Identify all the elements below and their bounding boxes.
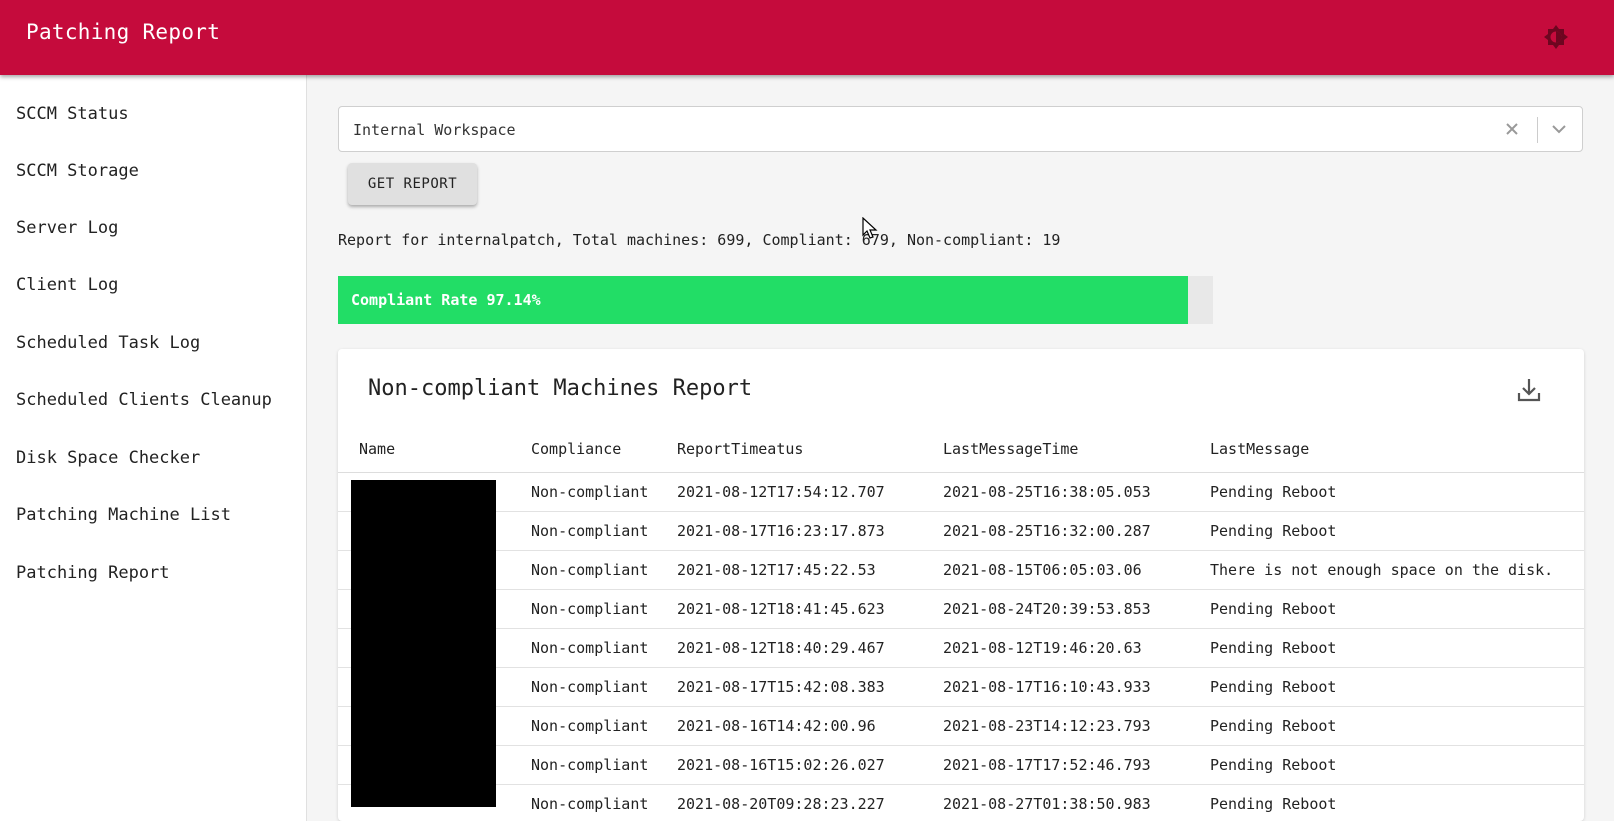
table-row[interactable]: Non-compliant 2021-08-17T15:42:08.383 2021… bbox=[338, 668, 1584, 707]
column-header-compliance[interactable]: Compliance bbox=[531, 440, 621, 458]
report-title: Non-compliant Machines Report bbox=[368, 376, 753, 401]
cell-last-message-time: 2021-08-25T16:32:00.287 bbox=[943, 522, 1151, 540]
cell-last-message: Pending Reboot bbox=[1210, 483, 1337, 501]
cell-compliance: Non-compliant bbox=[531, 522, 649, 540]
cell-report-time: 2021-08-12T18:41:45.623 bbox=[677, 600, 885, 618]
cell-report-time: 2021-08-12T17:45:22.53 bbox=[677, 561, 876, 579]
cell-compliance: Non-compliant bbox=[531, 600, 649, 618]
report-card: Non-compliant Machines Report Name Compl… bbox=[338, 349, 1584, 821]
column-header-name[interactable]: Name bbox=[359, 440, 395, 458]
sidebar-item-server-log[interactable]: Server Log bbox=[0, 208, 306, 248]
sidebar-item-scheduled-task-log[interactable]: Scheduled Task Log bbox=[0, 323, 306, 363]
sidebar-item-client-log[interactable]: Client Log bbox=[0, 265, 306, 305]
cell-compliance: Non-compliant bbox=[531, 678, 649, 696]
cell-report-time: 2021-08-17T16:23:17.873 bbox=[677, 522, 885, 540]
cell-last-message-time: 2021-08-12T19:46:20.63 bbox=[943, 639, 1142, 657]
cell-report-time: 2021-08-20T09:28:23.227 bbox=[677, 795, 885, 813]
table-row[interactable]: Non-compliant 2021-08-16T14:42:00.96 2021-… bbox=[338, 707, 1584, 746]
table-row[interactable]: Non-compliant 2021-08-16T15:02:26.027 2021… bbox=[338, 746, 1584, 785]
sidebar-item-scheduled-clients-cleanup[interactable]: Scheduled Clients Cleanup bbox=[0, 380, 306, 420]
chevron-down-icon[interactable] bbox=[1544, 116, 1574, 142]
cell-report-time: 2021-08-16T14:42:00.96 bbox=[677, 717, 876, 735]
compliance-progress-label: Compliant Rate 97.14% bbox=[351, 291, 541, 309]
cell-last-message: Pending Reboot bbox=[1210, 522, 1337, 540]
cell-last-message-time: 2021-08-17T16:10:43.933 bbox=[943, 678, 1151, 696]
cell-last-message: Pending Reboot bbox=[1210, 717, 1337, 735]
cell-last-message: Pending Reboot bbox=[1210, 639, 1337, 657]
sidebar: SCCM Status SCCM Storage Server Log Clie… bbox=[0, 75, 307, 821]
column-header-last-message[interactable]: LastMessage bbox=[1210, 440, 1309, 458]
sidebar-item-label: Patching Machine List bbox=[16, 505, 231, 525]
cell-last-message-time: 2021-08-15T06:05:03.06 bbox=[943, 561, 1142, 579]
sidebar-item-sccm-status[interactable]: SCCM Status bbox=[0, 94, 306, 134]
sidebar-item-patching-report[interactable]: Patching Report bbox=[0, 553, 306, 593]
mouse-cursor-icon bbox=[862, 216, 878, 241]
compliance-progress-bar: Compliant Rate 97.14% bbox=[338, 276, 1213, 324]
table-row[interactable]: Non-compliant 2021-08-12T18:41:45.623 2021… bbox=[338, 590, 1584, 629]
sidebar-item-label: Patching Report bbox=[16, 563, 170, 583]
workspace-select-value: Internal Workspace bbox=[353, 121, 516, 139]
table-row[interactable]: Non-compliant 2021-08-12T17:45:22.53 2021-… bbox=[338, 551, 1584, 590]
column-header-last-message-time[interactable]: LastMessageTime bbox=[943, 440, 1078, 458]
sidebar-item-label: Scheduled Clients Cleanup bbox=[16, 390, 272, 410]
cell-last-message-time: 2021-08-27T01:38:50.983 bbox=[943, 795, 1151, 813]
report-summary: Report for internalpatch, Total machines… bbox=[338, 231, 1061, 249]
sidebar-item-label: Server Log bbox=[16, 218, 119, 238]
sidebar-item-patching-machine-list[interactable]: Patching Machine List bbox=[0, 495, 306, 535]
get-report-button[interactable]: GET REPORT bbox=[348, 163, 477, 205]
cell-last-message-time: 2021-08-17T17:52:46.793 bbox=[943, 756, 1151, 774]
download-icon[interactable] bbox=[1513, 374, 1545, 406]
brightness-icon[interactable] bbox=[1543, 24, 1569, 50]
cell-last-message: There is not enough space on the disk. bbox=[1210, 561, 1554, 579]
select-separator bbox=[1537, 117, 1538, 143]
workspace-select[interactable]: Internal Workspace bbox=[338, 106, 1583, 152]
table-row[interactable]: Non-compliant 2021-08-17T16:23:17.873 2021… bbox=[338, 512, 1584, 551]
cell-last-message-time: 2021-08-23T14:12:23.793 bbox=[943, 717, 1151, 735]
sidebar-item-label: SCCM Status bbox=[16, 104, 129, 124]
sidebar-item-sccm-storage[interactable]: SCCM Storage bbox=[0, 151, 306, 191]
sidebar-item-label: Disk Space Checker bbox=[16, 448, 201, 468]
cell-report-time: 2021-08-12T17:54:12.707 bbox=[677, 483, 885, 501]
sidebar-item-label: SCCM Storage bbox=[16, 161, 139, 181]
sidebar-item-label: Client Log bbox=[16, 275, 119, 295]
cell-compliance: Non-compliant bbox=[531, 795, 649, 813]
redacted-names-block bbox=[351, 480, 496, 807]
column-header-report-time[interactable]: ReportTimeatus bbox=[677, 440, 803, 458]
cell-last-message: Pending Reboot bbox=[1210, 600, 1337, 618]
cell-report-time: 2021-08-12T18:40:29.467 bbox=[677, 639, 885, 657]
clear-icon[interactable] bbox=[1499, 116, 1525, 142]
cell-report-time: 2021-08-16T15:02:26.027 bbox=[677, 756, 885, 774]
cell-last-message: Pending Reboot bbox=[1210, 795, 1337, 813]
app-bar: Patching Report bbox=[0, 0, 1614, 75]
table-row[interactable]: Non-compliant 2021-08-12T17:54:12.707 2021… bbox=[338, 473, 1584, 512]
get-report-button-label: GET REPORT bbox=[367, 176, 458, 192]
cell-last-message-time: 2021-08-24T20:39:53.853 bbox=[943, 600, 1151, 618]
sidebar-item-disk-space-checker[interactable]: Disk Space Checker bbox=[0, 438, 306, 478]
cell-compliance: Non-compliant bbox=[531, 717, 649, 735]
cell-compliance: Non-compliant bbox=[531, 756, 649, 774]
cell-compliance: Non-compliant bbox=[531, 639, 649, 657]
cell-last-message: Pending Reboot bbox=[1210, 678, 1337, 696]
table-row[interactable]: Non-compliant 2021-08-20T09:28:23.227 2021… bbox=[338, 785, 1584, 821]
cell-report-time: 2021-08-17T15:42:08.383 bbox=[677, 678, 885, 696]
cell-compliance: Non-compliant bbox=[531, 561, 649, 579]
cell-compliance: Non-compliant bbox=[531, 483, 649, 501]
table-row[interactable]: Non-compliant 2021-08-12T18:40:29.467 2021… bbox=[338, 629, 1584, 668]
cell-last-message: Pending Reboot bbox=[1210, 756, 1337, 774]
cell-last-message-time: 2021-08-25T16:38:05.053 bbox=[943, 483, 1151, 501]
sidebar-item-label: Scheduled Task Log bbox=[16, 333, 201, 353]
app-title: Patching Report bbox=[26, 20, 221, 44]
